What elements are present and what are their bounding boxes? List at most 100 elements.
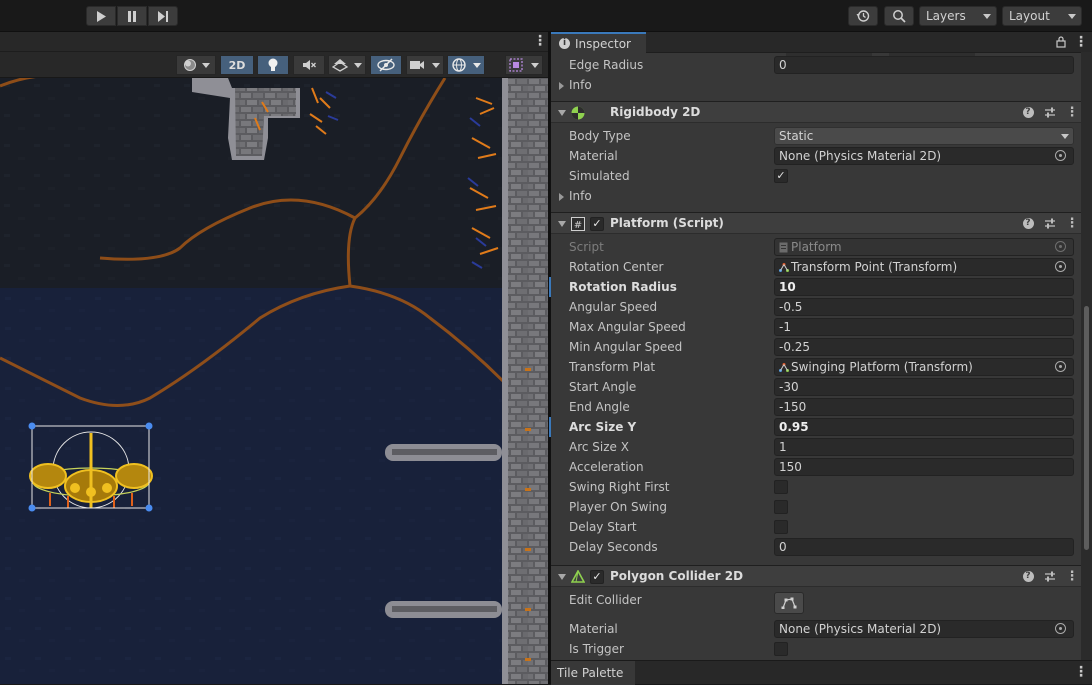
collapse-arrow-icon[interactable]	[558, 221, 566, 227]
collapse-arrow-icon[interactable]	[558, 574, 566, 580]
presets-icon[interactable]	[1044, 216, 1056, 230]
camera-dropdown[interactable]	[406, 55, 444, 75]
edit-collider-button[interactable]	[774, 592, 804, 614]
history-icon	[856, 10, 870, 22]
info-foldout[interactable]: Info	[551, 75, 1081, 95]
scene-tab-bar: ⋮	[0, 32, 548, 52]
delay-seconds-field[interactable]: 0	[774, 538, 1074, 556]
layout-dropdown[interactable]: Layout	[1002, 6, 1082, 26]
delay-start-checkbox[interactable]	[774, 520, 788, 534]
toggle-2d-button[interactable]: 2D	[220, 55, 254, 75]
player-on-swing-checkbox[interactable]	[774, 500, 788, 514]
transform-icon	[779, 363, 789, 372]
simulated-checkbox[interactable]: ✓	[774, 169, 788, 183]
component-menu-icon[interactable]: ⋮	[1066, 216, 1079, 231]
pc-material-label: Material	[569, 622, 618, 636]
body-type-dropdown[interactable]: Static	[774, 127, 1074, 145]
object-picker-icon[interactable]	[1055, 150, 1066, 161]
presets-icon[interactable]	[1044, 105, 1056, 119]
angular-speed-field[interactable]: -0.5	[774, 298, 1074, 316]
gizmo-globe-icon	[452, 58, 481, 72]
object-picker-icon[interactable]	[1055, 623, 1066, 634]
angular-speed-row: Angular Speed -0.5	[551, 297, 1081, 317]
rotation-center-field[interactable]: Transform Point (Transform)	[774, 258, 1074, 276]
is-trigger-checkbox[interactable]	[774, 642, 788, 656]
tab-inspector-label: Inspector	[575, 36, 631, 51]
help-icon[interactable]: ?	[1022, 216, 1034, 230]
rb-material-field[interactable]: None (Physics Material 2D)	[774, 147, 1074, 165]
body-type-label: Body Type	[569, 129, 631, 143]
collapse-arrow-icon[interactable]	[558, 110, 566, 116]
polygon-enabled-checkbox[interactable]: ✓	[590, 570, 604, 584]
platform-script-header[interactable]: # ✓ Platform (Script) ? ⋮	[551, 212, 1092, 234]
eye-hidden-icon	[377, 58, 395, 72]
override-marker	[549, 417, 551, 437]
lock-icon[interactable]	[1056, 36, 1066, 48]
rb-material-label: Material	[569, 149, 618, 163]
layers-dropdown[interactable]: Layers	[919, 6, 997, 26]
max-angular-speed-row: Max Angular Speed -1	[551, 317, 1081, 337]
inspector-scrollbar[interactable]	[1081, 52, 1092, 660]
help-icon[interactable]: ?	[1022, 105, 1034, 119]
gizmos-dropdown[interactable]	[447, 55, 485, 75]
edit-polygon-icon	[781, 597, 797, 609]
min-angular-speed-field[interactable]: -0.25	[774, 338, 1074, 356]
draw-mode-dropdown[interactable]	[176, 55, 216, 75]
rotation-radius-field[interactable]: 10	[774, 278, 1074, 296]
chevron-down-icon	[1068, 14, 1076, 19]
overlay-dropdown[interactable]	[505, 55, 543, 75]
lightbulb-icon	[268, 58, 278, 71]
grid-overlay-icon	[509, 58, 539, 72]
start-angle-field[interactable]: -30	[774, 378, 1074, 396]
scrollbar-thumb[interactable]	[1084, 306, 1089, 550]
object-picker-icon[interactable]	[1055, 361, 1066, 372]
pc-material-field[interactable]: None (Physics Material 2D)	[774, 620, 1074, 638]
lighting-toggle[interactable]	[257, 55, 289, 75]
tile-palette-more-options-icon[interactable]: ⋮	[1074, 665, 1088, 679]
polygon-collider-header[interactable]: ✓ Polygon Collider 2D ? ⋮	[551, 565, 1092, 587]
step-button[interactable]	[148, 6, 178, 26]
component-header-icons: ? ⋮	[1022, 216, 1079, 231]
tab-inspector[interactable]: i Inspector	[551, 32, 646, 53]
effects-dropdown[interactable]	[328, 55, 366, 75]
end-angle-label: End Angle	[569, 400, 630, 414]
max-angular-speed-field[interactable]: -1	[774, 318, 1074, 336]
transform-plat-value: Swinging Platform (Transform)	[791, 360, 973, 374]
arc-size-y-row: Arc Size Y 0.95	[549, 417, 1081, 437]
tab-tile-palette[interactable]: Tile Palette	[551, 661, 635, 685]
inspector-more-options-icon[interactable]: ⋮	[1074, 35, 1088, 49]
rb-info-foldout[interactable]: Info	[551, 186, 1081, 206]
platform-enabled-checkbox[interactable]: ✓	[590, 217, 604, 231]
history-button[interactable]	[848, 6, 878, 26]
search-button[interactable]	[884, 6, 914, 26]
script-row: Script Platform	[551, 237, 1081, 257]
swing-right-first-checkbox[interactable]	[774, 480, 788, 494]
chevron-down-icon	[1061, 134, 1069, 139]
foldout-arrow-icon	[559, 82, 564, 90]
transform-plat-field[interactable]: Swinging Platform (Transform)	[774, 358, 1074, 376]
help-icon[interactable]: ?	[1022, 569, 1034, 583]
rotation-radius-row: Rotation Radius 10	[549, 277, 1081, 297]
scene-canvas[interactable]	[0, 78, 548, 684]
transform-icon	[779, 263, 789, 272]
component-menu-icon[interactable]: ⋮	[1066, 569, 1079, 584]
object-picker-icon[interactable]	[1055, 261, 1066, 272]
acceleration-field[interactable]: 150	[774, 458, 1074, 476]
scene-visibility-toggle[interactable]	[370, 55, 402, 75]
scene-view[interactable]: ⋮ 2D	[0, 32, 548, 684]
more-options-icon[interactable]: ⋮	[533, 34, 547, 48]
info-label: Info	[569, 78, 592, 92]
rigidbody-2d-header[interactable]: Rigidbody 2D ? ⋮	[551, 101, 1092, 123]
play-button[interactable]	[86, 6, 116, 26]
step-icon	[157, 10, 168, 22]
body-type-row: Body Type Static	[551, 126, 1081, 146]
arc-size-y-field[interactable]: 0.95	[774, 418, 1074, 436]
arc-size-x-field[interactable]: 1	[774, 438, 1074, 456]
audio-toggle[interactable]	[293, 55, 325, 75]
presets-icon[interactable]	[1044, 569, 1056, 583]
delay-seconds-row: Delay Seconds 0	[551, 537, 1081, 557]
pause-button[interactable]	[117, 6, 147, 26]
edge-radius-field[interactable]: 0	[774, 56, 1074, 74]
end-angle-field[interactable]: -150	[774, 398, 1074, 416]
component-menu-icon[interactable]: ⋮	[1066, 105, 1079, 120]
